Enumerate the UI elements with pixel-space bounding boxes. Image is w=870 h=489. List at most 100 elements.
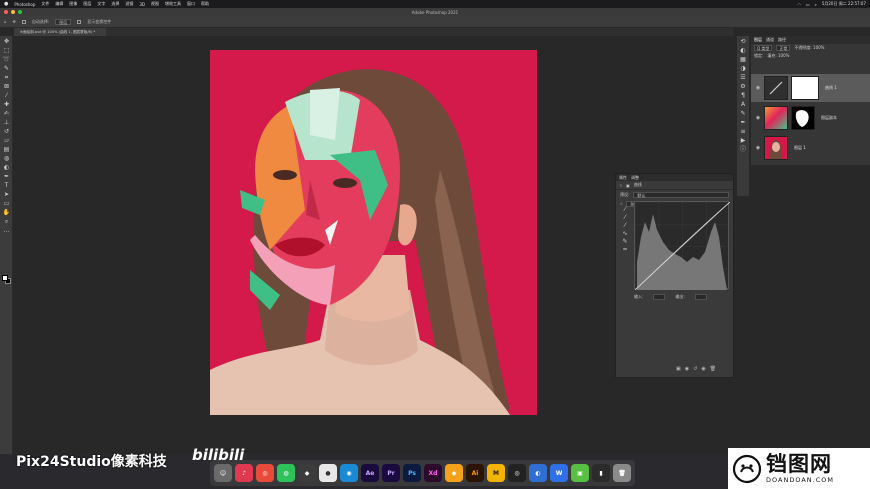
- curve-point-icon[interactable]: ∿: [620, 230, 630, 238]
- mask-icon[interactable]: ▣: [626, 183, 630, 188]
- app-blue-icon[interactable]: ◐: [529, 464, 547, 482]
- healing-tool-icon[interactable]: ✚: [2, 101, 11, 108]
- layer-row-base[interactable]: ◉ 图层 1: [751, 134, 870, 162]
- move-tool-icon[interactable]: ✥: [2, 38, 11, 45]
- canvas-image[interactable]: [210, 50, 537, 415]
- activity-monitor-icon[interactable]: ▮: [592, 464, 610, 482]
- layer-select-dropdown[interactable]: 图层: [55, 18, 72, 25]
- layer-row-copy[interactable]: ◉ 图层副本: [751, 104, 870, 132]
- history-panel-icon[interactable]: ⟲: [739, 38, 747, 45]
- menu-item[interactable]: 3D: [139, 2, 145, 7]
- reset-icon[interactable]: ↺: [693, 366, 697, 372]
- adjustments-panel-icon[interactable]: ◑: [739, 65, 747, 72]
- after-effects-icon[interactable]: Ae: [361, 464, 379, 482]
- crop-tool-icon[interactable]: ⌗: [2, 74, 11, 81]
- trash-icon[interactable]: 🗑: [613, 464, 631, 482]
- menu-item[interactable]: 编辑: [55, 1, 63, 7]
- input-field[interactable]: [653, 294, 666, 300]
- visibility-toggle-icon[interactable]: ◉: [701, 366, 705, 372]
- visibility-eye-icon[interactable]: ◉: [755, 145, 761, 151]
- more-tools-icon[interactable]: …: [2, 227, 11, 234]
- libraries-panel-icon[interactable]: ☰: [739, 74, 747, 81]
- menu-item[interactable]: 文字: [97, 1, 105, 7]
- search-icon[interactable]: ⌕: [815, 2, 817, 7]
- blur-tool-icon[interactable]: ◍: [2, 155, 11, 162]
- menu-item[interactable]: 选择: [111, 1, 119, 7]
- actions-panel-icon[interactable]: ▶: [739, 137, 747, 144]
- curves-graph[interactable]: [634, 201, 731, 291]
- m-app-icon[interactable]: M: [487, 464, 505, 482]
- delete-icon[interactable]: 🗑: [710, 366, 716, 372]
- chrome-icon[interactable]: ◎: [256, 464, 274, 482]
- visibility-eye-icon[interactable]: ◉: [755, 85, 761, 91]
- sample-gray-icon[interactable]: ⁄: [620, 214, 630, 222]
- output-field[interactable]: [694, 294, 707, 300]
- tab-channels[interactable]: 通道: [766, 37, 774, 43]
- home-icon[interactable]: ⌂: [4, 19, 7, 24]
- pen-tool-icon[interactable]: ✒: [2, 173, 11, 180]
- layer-kind-filter[interactable]: Q 类型: [754, 45, 773, 51]
- wechat-icon[interactable]: ◍: [277, 464, 295, 482]
- blend-mode-select[interactable]: 正常: [776, 45, 791, 51]
- zoom-window-button[interactable]: [18, 10, 22, 14]
- marquee-tool-icon[interactable]: ⬚: [2, 47, 11, 54]
- qq-icon[interactable]: ●: [319, 464, 337, 482]
- view-previous-icon[interactable]: ◉: [685, 366, 689, 372]
- quick-select-tool-icon[interactable]: ✎: [2, 65, 11, 72]
- hand-tool-icon[interactable]: ✋: [2, 209, 11, 216]
- color-panel-icon[interactable]: ◐: [739, 47, 747, 54]
- character-panel-icon[interactable]: A: [739, 101, 747, 108]
- menu-item[interactable]: 增效工具: [165, 1, 181, 7]
- visibility-eye-icon[interactable]: ◉: [755, 115, 761, 121]
- xd-icon[interactable]: Xd: [424, 464, 442, 482]
- photoshop-icon[interactable]: Ps: [403, 464, 421, 482]
- wps-icon[interactable]: W: [550, 464, 568, 482]
- brush-panel-icon[interactable]: ✎: [739, 110, 747, 117]
- foreground-color-swatch[interactable]: [2, 275, 8, 281]
- music-app-icon[interactable]: ♪: [235, 464, 253, 482]
- tab-properties[interactable]: 属性: [619, 175, 627, 181]
- layer-mask-thumbnail[interactable]: [791, 76, 819, 100]
- eyedropper-tool-icon[interactable]: ⁄: [2, 92, 11, 99]
- pencil-icon[interactable]: ✎: [620, 238, 630, 246]
- move-tool-icon[interactable]: ✥: [13, 19, 16, 24]
- menu-item[interactable]: 文件: [41, 1, 49, 7]
- paths-panel-icon[interactable]: ✒: [739, 119, 747, 126]
- opacity-field[interactable]: 不透明度: 100%: [794, 45, 824, 51]
- apple-icon[interactable]: ●: [4, 1, 8, 7]
- sketch-icon[interactable]: ◆: [445, 464, 463, 482]
- tab-adjustments[interactable]: 调整: [631, 175, 639, 181]
- shape-tool-icon[interactable]: ▭: [2, 200, 11, 207]
- menu-item[interactable]: 滤镜: [125, 1, 133, 7]
- cinema4d-icon[interactable]: ◎: [508, 464, 526, 482]
- document-tab[interactable]: ※面绘制.psd @ 100% (曲线 1, 图层蒙版/8) *: [14, 28, 106, 36]
- minimize-window-button[interactable]: [11, 10, 15, 14]
- gradient-tool-icon[interactable]: ▤: [2, 146, 11, 153]
- app-icon[interactable]: ◆: [298, 464, 316, 482]
- fill-field[interactable]: 填充: 100%: [767, 53, 789, 59]
- zoom-tool-icon[interactable]: ⌕: [2, 218, 11, 225]
- properties-panel-icon[interactable]: ⚙: [739, 83, 747, 90]
- layer-name[interactable]: 图层 1: [794, 145, 806, 151]
- premiere-icon[interactable]: Pr: [382, 464, 400, 482]
- menu-item[interactable]: Photoshop: [14, 2, 35, 7]
- tab-paths[interactable]: 路径: [778, 37, 786, 43]
- auto-select-checkbox[interactable]: [21, 19, 26, 24]
- layer-mask-thumbnail[interactable]: [791, 106, 815, 130]
- info-panel-icon[interactable]: ⓘ: [739, 146, 747, 153]
- paragraph-panel-icon[interactable]: ¶: [739, 92, 747, 99]
- smooth-icon[interactable]: ≈: [620, 246, 630, 254]
- browser-icon[interactable]: ◉: [340, 464, 358, 482]
- wifi-icon[interactable]: ◠: [797, 2, 801, 7]
- swatches-panel-icon[interactable]: ▦: [739, 56, 747, 63]
- layer-row-curves[interactable]: ◉ 曲线 1: [751, 74, 870, 102]
- history-brush-icon[interactable]: ↺: [2, 128, 11, 135]
- lasso-tool-icon[interactable]: ➰: [2, 56, 11, 63]
- path-select-tool-icon[interactable]: ➤: [2, 191, 11, 198]
- sample-black-icon[interactable]: ⁄: [620, 206, 630, 214]
- battery-icon[interactable]: ▭: [806, 2, 810, 7]
- layer-name[interactable]: 曲线 1: [825, 85, 837, 91]
- eraser-tool-icon[interactable]: ▱: [2, 137, 11, 144]
- frame-tool-icon[interactable]: ⊠: [2, 83, 11, 90]
- show-transform-checkbox[interactable]: [77, 19, 82, 24]
